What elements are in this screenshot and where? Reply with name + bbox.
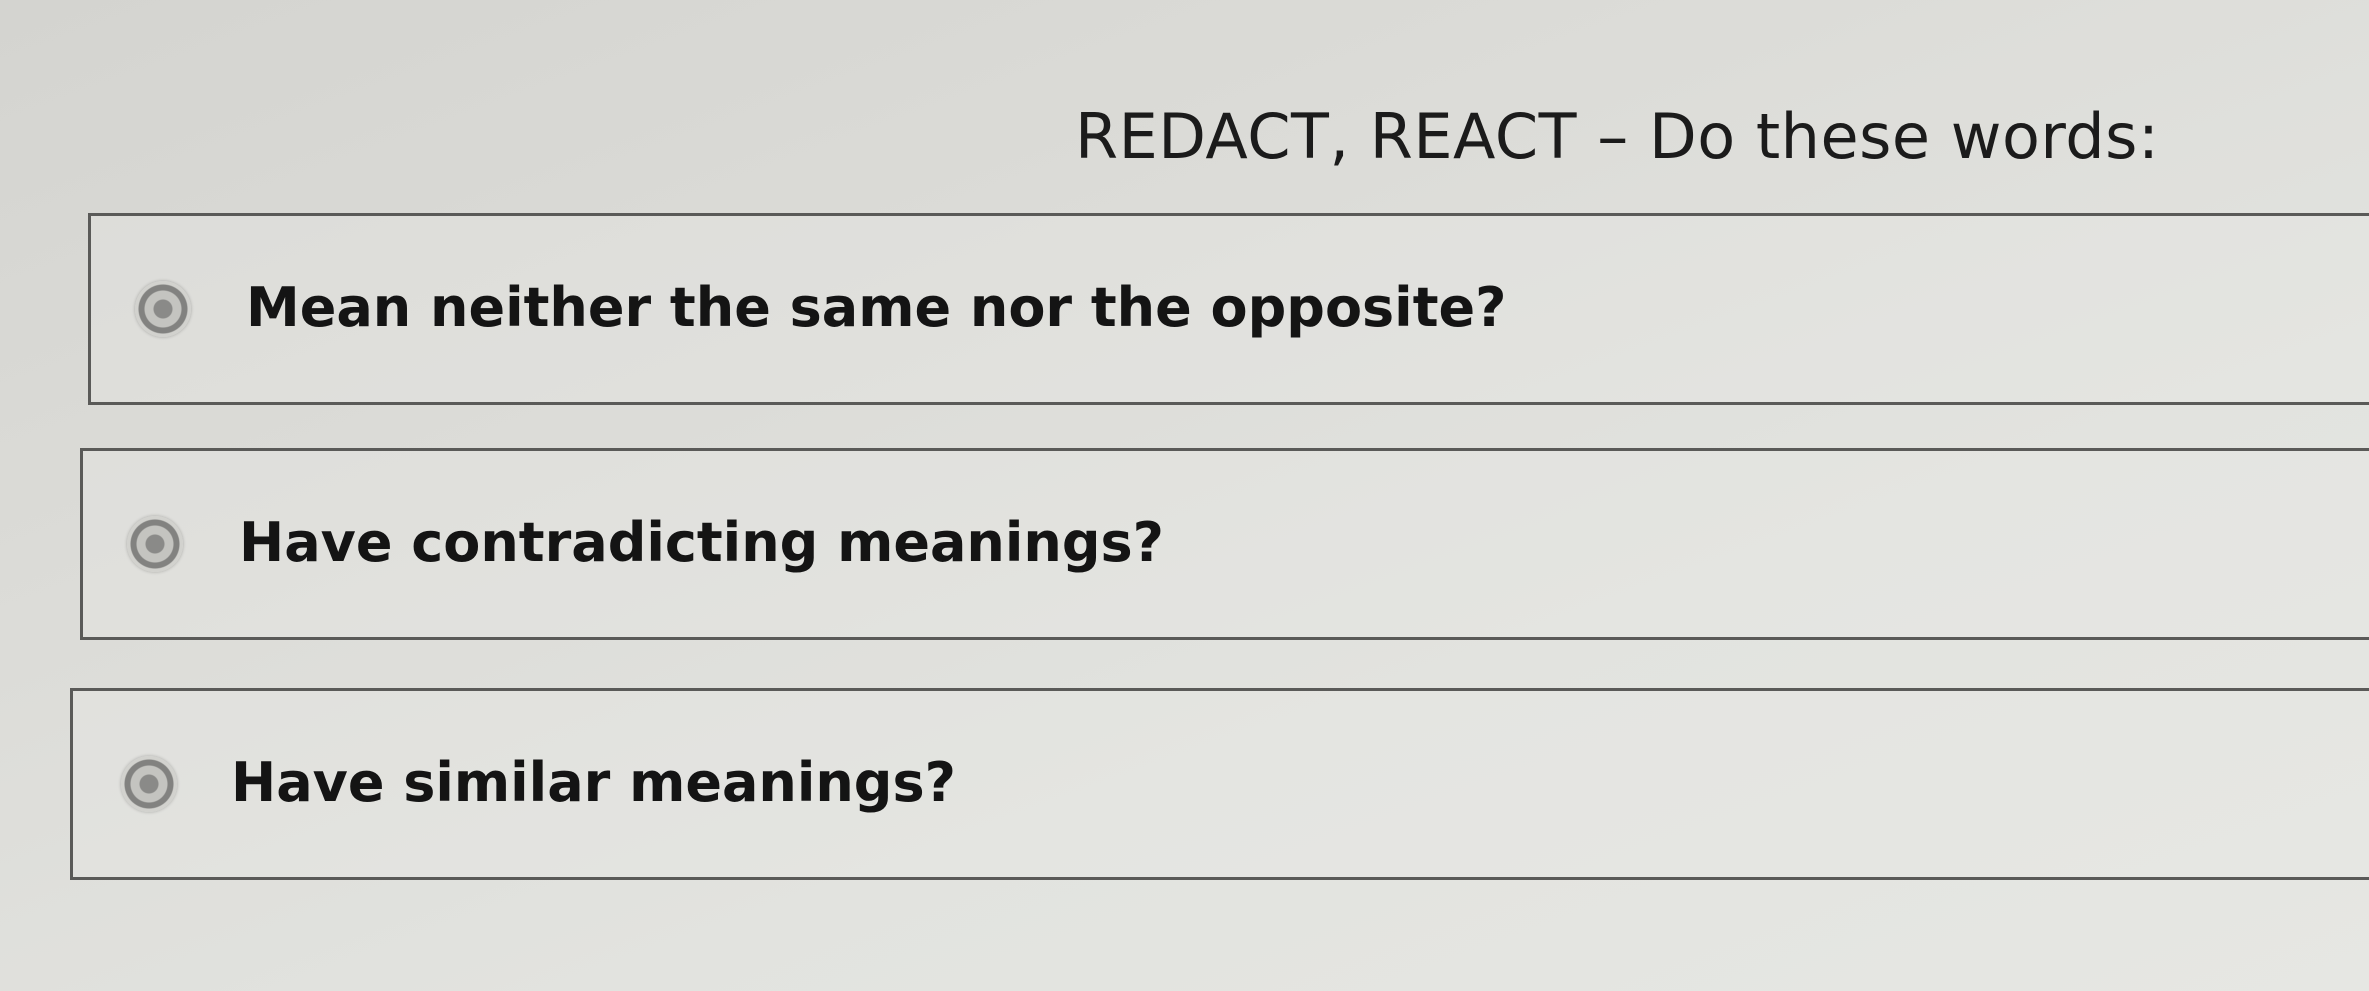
answer-option-contradicting[interactable]: Have contradicting meanings?	[80, 448, 2369, 640]
question-prompt: REDACT, REACT – Do these words:	[1075, 100, 2160, 173]
answer-option-similar[interactable]: Have similar meanings?	[70, 688, 2369, 880]
answer-option-label: Have contradicting meanings?	[239, 511, 1164, 575]
radio-button-icon[interactable]	[135, 281, 191, 337]
answer-option-neither[interactable]: Mean neither the same nor the opposite?	[88, 213, 2369, 405]
answer-option-label: Have similar meanings?	[231, 751, 956, 815]
answer-option-label: Mean neither the same nor the opposite?	[246, 276, 1507, 340]
radio-button-icon[interactable]	[121, 756, 177, 812]
quiz-page: { "question": { "text": "REDACT, REACT –…	[0, 0, 2369, 991]
radio-button-icon[interactable]	[127, 516, 183, 572]
